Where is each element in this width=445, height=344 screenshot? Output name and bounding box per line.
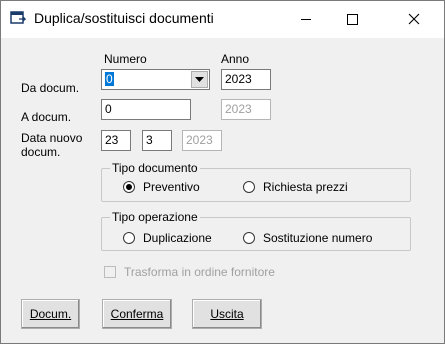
checkbox-icon (104, 266, 116, 278)
tipo-documento-title: Tipo documento (110, 161, 200, 175)
data-mese-field[interactable]: 3 (142, 130, 172, 151)
docum-button[interactable]: Docum. (21, 299, 80, 329)
anno-header: Anno (221, 52, 250, 66)
window-title: Duplica/sostituisci documenti (34, 10, 214, 26)
close-icon (408, 13, 420, 25)
minimize-button[interactable] (283, 0, 329, 38)
close-button[interactable] (391, 0, 437, 38)
radio-duplicazione[interactable]: Duplicazione (123, 231, 212, 245)
a-docum-label: A docum. (21, 110, 72, 124)
da-docum-label: Da docum. (21, 81, 80, 95)
data-giorno-field[interactable]: 23 (101, 130, 131, 151)
radio-richiesta-prezzi[interactable]: Richiesta prezzi (243, 180, 348, 194)
minimize-icon (301, 19, 311, 20)
da-docum-anno-field[interactable]: 2023 (221, 69, 271, 90)
data-nuovo-label: Data nuovo docum. (21, 131, 83, 159)
a-docum-anno-field: 2023 (221, 99, 271, 120)
maximize-icon (347, 14, 358, 25)
uscita-button[interactable]: Uscita (192, 299, 262, 329)
radio-unselected-icon (123, 232, 135, 244)
dropdown-button[interactable] (191, 71, 208, 88)
radio-unselected-icon (243, 232, 255, 244)
chevron-down-icon (195, 77, 204, 82)
radio-preventivo[interactable]: Preventivo (123, 180, 200, 194)
radio-unselected-icon (243, 181, 255, 193)
radio-sostituzione-numero[interactable]: Sostituzione numero (243, 231, 372, 245)
document-window-icon (10, 11, 27, 25)
conferma-button[interactable]: Conferma (102, 299, 172, 329)
a-docum-numero-field[interactable]: 0 (101, 99, 191, 120)
maximize-button[interactable] (329, 0, 375, 38)
numero-header: Numero (104, 52, 147, 66)
tipo-operazione-title: Tipo operazione (110, 210, 200, 224)
data-anno-field: 2023 (182, 130, 222, 151)
da-docum-numero-combo[interactable]: 0 (101, 69, 210, 90)
trasforma-checkbox: Trasforma in ordine fornitore (104, 265, 275, 279)
da-docum-numero-value: 0 (105, 72, 114, 86)
radio-selected-icon (123, 181, 135, 193)
